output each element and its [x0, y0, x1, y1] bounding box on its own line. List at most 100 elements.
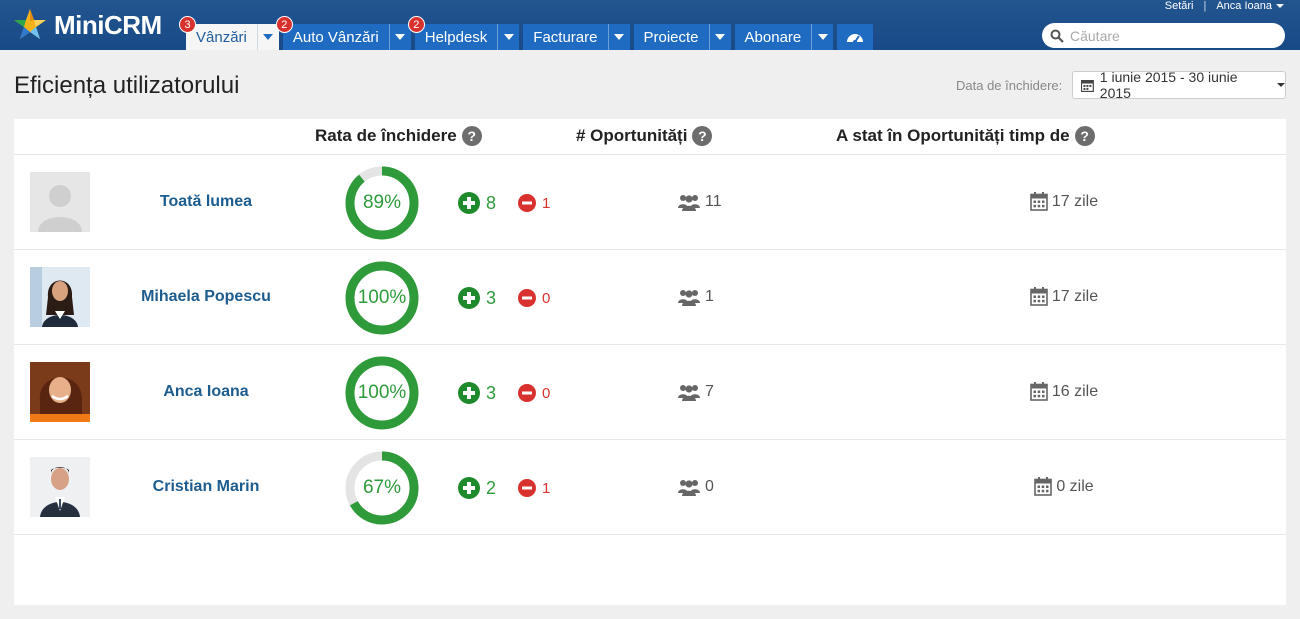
tab-label: Abonare: [744, 28, 802, 46]
minus-circle-icon: [518, 194, 536, 212]
tab-label: Vânzări: [196, 28, 247, 46]
won-number: 3: [486, 382, 497, 403]
help-circle-icon[interactable]: ?: [692, 126, 713, 146]
tab-proiecte[interactable]: Proiecte: [633, 24, 731, 50]
closing-rate-value: 89%: [362, 192, 402, 213]
chevron-down-icon: [263, 34, 274, 40]
top-navigation-bar: MiniCRM Setări | Anca Ioana 3 Vânzări 2 …: [0, 0, 1300, 50]
app-logo[interactable]: MiniCRM: [12, 5, 162, 45]
opportunities-count: 11: [678, 193, 722, 211]
column-label: A stat în Oportunități timp de: [836, 126, 1070, 145]
opportunities-count: 0: [678, 478, 714, 496]
plus-circle-icon: [458, 192, 480, 214]
time-in-opportunities: 17 zile: [1014, 287, 1114, 306]
tab-vanzari[interactable]: 3 Vânzări: [179, 16, 279, 50]
lost-count: 1: [518, 194, 550, 212]
opportunities-count: 7: [678, 383, 714, 401]
tab-label: Facturare: [533, 28, 598, 46]
divider: |: [1203, 0, 1207, 12]
days-value: 17 zile: [1051, 287, 1099, 305]
column-time-in-opportunities: A stat în Oportunități timp de ?: [836, 126, 1095, 146]
app-name: MiniCRM: [54, 9, 162, 40]
user-name-link[interactable]: Mihaela Popescu: [106, 288, 306, 306]
avatar: [30, 457, 90, 517]
won-number: 3: [486, 287, 497, 308]
tab-dropdown-button[interactable]: [497, 24, 519, 50]
lost-count: 1: [518, 479, 550, 497]
won-number: 8: [486, 192, 497, 213]
avatar: [30, 172, 90, 232]
tab-dropdown-button[interactable]: [708, 24, 731, 50]
settings-link[interactable]: Setări: [1165, 0, 1194, 12]
lost-count: 0: [518, 384, 550, 402]
users-icon: [678, 195, 700, 211]
users-icon: [678, 290, 700, 306]
won-count: 2: [458, 477, 496, 499]
caret-down-icon: [1276, 4, 1284, 9]
tab-dropdown-button[interactable]: [811, 24, 833, 50]
chevron-down-icon: [503, 34, 514, 40]
tab-dropdown-button[interactable]: [256, 24, 279, 50]
user-name-link[interactable]: Anca Ioana: [106, 383, 306, 401]
user-dropdown[interactable]: Anca Ioana: [1216, 0, 1284, 12]
table-row: Cristian Marin 67% 2 1 0 0 zile: [14, 440, 1286, 535]
date-range-value: 1 iunie 2015 - 30 iunie 2015: [1099, 69, 1238, 101]
tab-auto-vanzari[interactable]: 2 Auto Vânzări: [275, 16, 411, 50]
time-in-opportunities: 0 zile: [1014, 477, 1114, 496]
calendar-icon: [1081, 79, 1094, 92]
user-name-link[interactable]: Cristian Marin: [106, 478, 306, 496]
user-name-link[interactable]: Toată lumea: [106, 193, 306, 211]
closing-rate-value: 100%: [357, 382, 407, 403]
opportunities-number: 11: [705, 193, 722, 210]
tab-dropdown-button[interactable]: [388, 24, 411, 50]
closing-rate-value: 67%: [362, 477, 402, 498]
user-menu: Setări | Anca Ioana: [1165, 0, 1284, 12]
page-title: Eficiența utilizatorului: [14, 72, 240, 99]
search-box[interactable]: [1042, 23, 1285, 48]
search-icon: [1050, 29, 1064, 43]
table-header: Rata de închidere ? # Oportunități ? A s…: [14, 119, 1286, 155]
opportunities-number: 0: [705, 478, 714, 495]
tab-dashboard[interactable]: [837, 24, 874, 50]
minus-circle-icon: [518, 479, 536, 497]
star-logo-icon: [14, 9, 46, 39]
module-tabs: 3 Vânzări 2 Auto Vânzări 2 Helpdesk Fact…: [179, 16, 874, 50]
won-number: 2: [486, 477, 497, 498]
lost-number: 1: [542, 479, 551, 497]
tab-facturare[interactable]: Facturare: [523, 24, 630, 50]
notification-badge: 3: [179, 16, 196, 33]
gauge-icon: [837, 24, 873, 50]
calendar-icon: [1030, 287, 1048, 306]
days-value: 16 zile: [1051, 382, 1099, 400]
lost-count: 0: [518, 289, 550, 307]
lost-number: 0: [542, 384, 551, 402]
plus-circle-icon: [458, 382, 480, 404]
help-circle-icon[interactable]: ?: [461, 126, 482, 146]
won-count: 8: [458, 192, 496, 214]
tab-helpdesk[interactable]: 2 Helpdesk: [407, 16, 520, 50]
column-label: # Oportunități: [576, 126, 688, 145]
column-label: Rata de închidere: [315, 126, 457, 145]
days-value: 17 zile: [1051, 192, 1099, 210]
calendar-icon: [1034, 477, 1053, 496]
chevron-down-icon: [395, 34, 406, 40]
help-circle-icon[interactable]: ?: [1074, 126, 1095, 146]
tab-label: Proiecte: [643, 28, 699, 46]
tab-abonare[interactable]: Abonare: [734, 24, 834, 50]
column-opportunities: # Oportunități ?: [576, 126, 713, 146]
lost-number: 0: [542, 289, 551, 307]
opportunities-number: 1: [705, 288, 714, 305]
caret-down-icon: [1277, 83, 1285, 87]
date-range-picker[interactable]: 1 iunie 2015 - 30 iunie 2015: [1072, 69, 1286, 101]
calendar-icon: [1030, 382, 1048, 401]
opportunities-count: 1: [678, 288, 714, 306]
tab-dropdown-button[interactable]: [607, 24, 630, 50]
table-row: Mihaela Popescu 100% 3 0 1 17 zile: [14, 250, 1286, 345]
users-icon: [678, 385, 700, 401]
plus-circle-icon: [458, 477, 480, 499]
notification-badge: 2: [407, 16, 425, 33]
chevron-down-icon: [715, 34, 726, 40]
search-input[interactable]: [1070, 27, 1270, 44]
efficiency-table: Rata de închidere ? # Oportunități ? A s…: [14, 119, 1286, 605]
table-row: Anca Ioana 100% 3 0 7 16 zile: [14, 345, 1286, 440]
